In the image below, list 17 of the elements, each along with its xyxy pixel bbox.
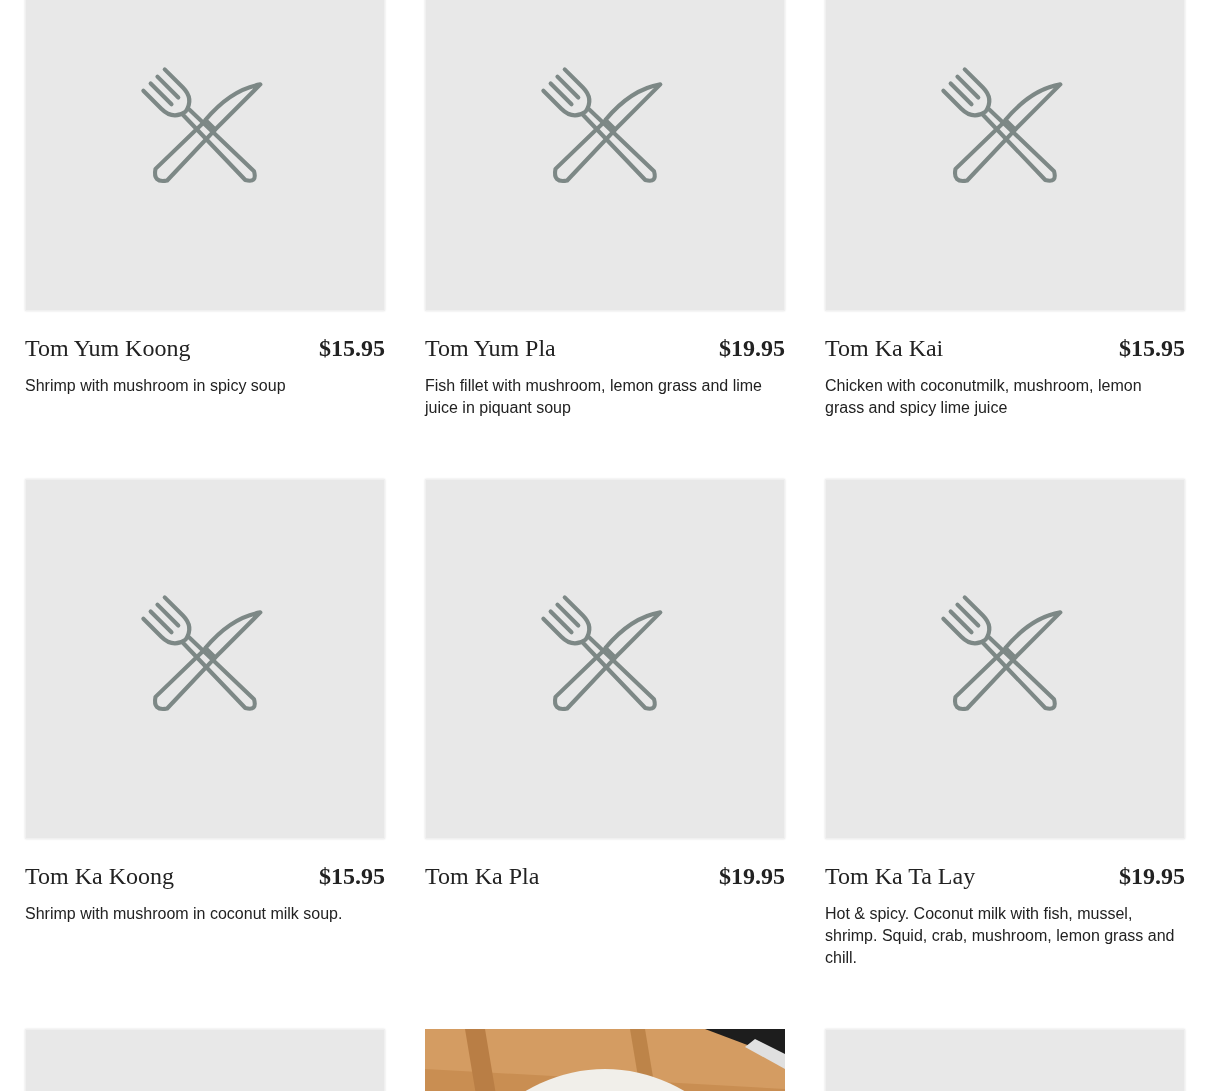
dish-price: $15.95 <box>1119 334 1185 363</box>
dish-price: $19.95 <box>719 862 785 891</box>
dish-price: $19.95 <box>1119 862 1185 891</box>
dish-name: Tom Ka Pla <box>425 862 540 891</box>
dish-name: Tom Ka Koong <box>25 862 174 891</box>
dish-price: $15.95 <box>319 334 385 363</box>
dish-name: Tom Ka Ta Lay <box>825 862 976 891</box>
dish-name: Tom Ka Kai <box>825 334 944 363</box>
dish-description: Fish fillet with mushroom, lemon grass and lime juice in piquant soup <box>425 376 763 418</box>
dish-name: Tom Yum Koong <box>25 334 191 363</box>
dish-price: $19.95 <box>719 334 785 363</box>
dish-description: Shrimp with mushroom in coconut milk soup. <box>25 904 344 924</box>
dish-description: Shrimp with mushroom in spicy soup <box>25 376 287 396</box>
dish-description: Chicken with coconutmilk, mushroom, lemon grass and spicy lime juice <box>825 376 1143 418</box>
dish-price: $15.95 <box>319 862 385 891</box>
dish-description: Hot & spicy. Coconut milk with fish, mussel, shrimp. Squid, crab, mushroom, lemon grass and chill. <box>825 904 1176 968</box>
dish-name: Tom Yum Pla <box>425 334 556 363</box>
